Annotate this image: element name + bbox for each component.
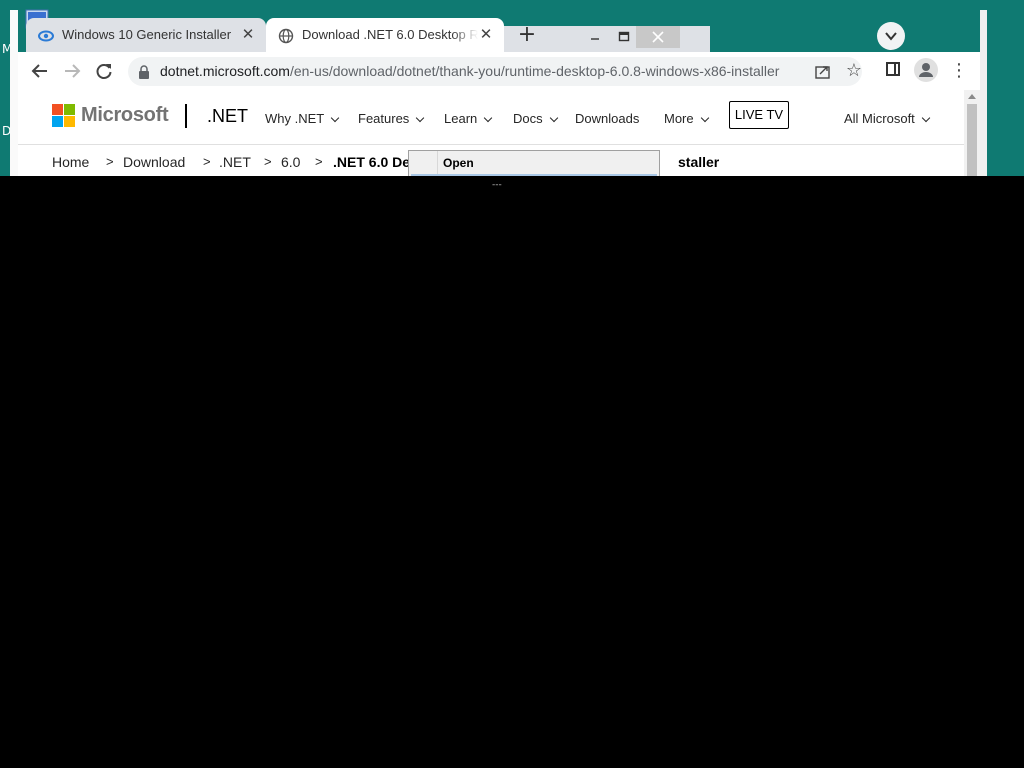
close-icon[interactable]: ✕ <box>478 26 494 42</box>
reload-button[interactable] <box>92 59 116 83</box>
breadcrumb-6-0[interactable]: 6.0 <box>281 154 300 170</box>
maximize-button[interactable] <box>610 26 638 48</box>
browser-tabstrip: Windows 10 Generic Installer ✕ Download … <box>26 18 710 52</box>
nav-label: Downloads <box>575 111 640 126</box>
scroll-up-arrow-icon[interactable] <box>968 94 976 99</box>
chevron-down-icon <box>700 113 709 123</box>
address-bar[interactable]: dotnet.microsoft.com/en-us/download/dotn… <box>128 57 862 86</box>
chevron-down-icon <box>549 113 558 123</box>
tab-search-button[interactable] <box>877 22 905 50</box>
minimize-button[interactable] <box>581 26 609 48</box>
tab-dotnet-download[interactable]: Download .NET 6.0 Desktop Runtime ✕ <box>266 18 504 52</box>
microsoft-wordmark[interactable]: Microsoft <box>81 104 169 127</box>
breadcrumb-separator: > <box>203 154 211 169</box>
url-host: dotnet.microsoft.com <box>160 63 290 79</box>
breadcrumb-separator: > <box>264 154 272 169</box>
breadcrumb-separator: > <box>106 154 114 169</box>
tab-windows-installer[interactable]: Windows 10 Generic Installer ✕ <box>26 18 266 52</box>
window-close-button[interactable] <box>636 26 680 48</box>
context-menu-item-open[interactable]: Open <box>443 156 474 170</box>
nav-label: Why .NET <box>265 111 325 126</box>
nav-label: Docs <box>513 111 543 126</box>
chevron-down-icon <box>921 113 931 123</box>
nav-features[interactable]: Features <box>358 111 425 126</box>
tab-title: Windows 10 Generic Installer <box>62 27 232 42</box>
new-tab-button[interactable]: + <box>515 24 539 48</box>
nav-all-microsoft[interactable]: All Microsoft <box>844 111 931 126</box>
bookmark-star-icon[interactable]: ☆ <box>844 61 864 81</box>
kebab-menu-icon[interactable]: ⋮ <box>950 59 968 83</box>
window-edge <box>10 10 18 176</box>
live-tv-button[interactable]: LIVE TV <box>729 101 789 129</box>
breadcrumb-download[interactable]: Download <box>123 154 185 170</box>
forward-button[interactable] <box>60 59 84 83</box>
chevron-down-icon <box>416 113 425 123</box>
desktop-background: M D Windows 10 Generic Installer ✕ Downl… <box>0 0 1024 176</box>
share-icon[interactable] <box>814 63 832 81</box>
unrendered-screen-area <box>0 176 1024 768</box>
back-button[interactable] <box>28 59 52 83</box>
profile-avatar-icon[interactable] <box>914 58 938 82</box>
breadcrumb-separator: > <box>315 154 323 169</box>
side-panel-icon[interactable] <box>886 62 900 76</box>
globe-icon <box>278 28 294 44</box>
breadcrumb-home[interactable]: Home <box>52 154 89 170</box>
chevron-down-icon <box>330 113 340 123</box>
dotnet-installer-icon <box>38 28 54 44</box>
lock-icon[interactable] <box>138 64 150 79</box>
breadcrumb-current-tail: staller <box>678 154 720 170</box>
nav-learn[interactable]: Learn <box>444 111 493 126</box>
brand-divider <box>185 104 187 128</box>
context-menu: Open <box>408 150 660 176</box>
nav-label: Learn <box>444 111 478 126</box>
page-scrollbar[interactable] <box>964 90 980 176</box>
chevron-down-icon <box>484 113 493 123</box>
window-edge <box>980 10 987 176</box>
url-text: dotnet.microsoft.com/en-us/download/dotn… <box>160 63 779 79</box>
nav-label: Features <box>358 111 410 126</box>
scrollbar-thumb[interactable] <box>967 104 977 176</box>
nav-downloads[interactable]: Downloads <box>575 111 639 126</box>
nav-more[interactable]: More <box>664 111 709 126</box>
breadcrumb-current: .NET 6.0 Des <box>333 154 418 170</box>
tab-title: Download .NET 6.0 Desktop Runtime <box>302 27 478 42</box>
overlay-dash-mark: --- <box>492 180 502 190</box>
url-path: /en-us/download/dotnet/thank-you/runtime… <box>289 63 780 79</box>
microsoft-logo-icon[interactable] <box>52 104 75 127</box>
nav-why-dotnet[interactable]: Why .NET <box>265 111 340 126</box>
nav-docs[interactable]: Docs <box>513 111 558 126</box>
context-menu-gutter <box>437 151 438 176</box>
nav-label: More <box>664 111 694 126</box>
dotnet-brand-link[interactable]: .NET <box>207 106 248 127</box>
browser-toolbar: dotnet.microsoft.com/en-us/download/dotn… <box>18 52 980 91</box>
breadcrumb-dotnet[interactable]: .NET <box>219 154 251 170</box>
nav-label: All Microsoft <box>844 111 915 126</box>
close-icon[interactable]: ✕ <box>240 26 256 42</box>
header-divider <box>18 144 964 145</box>
